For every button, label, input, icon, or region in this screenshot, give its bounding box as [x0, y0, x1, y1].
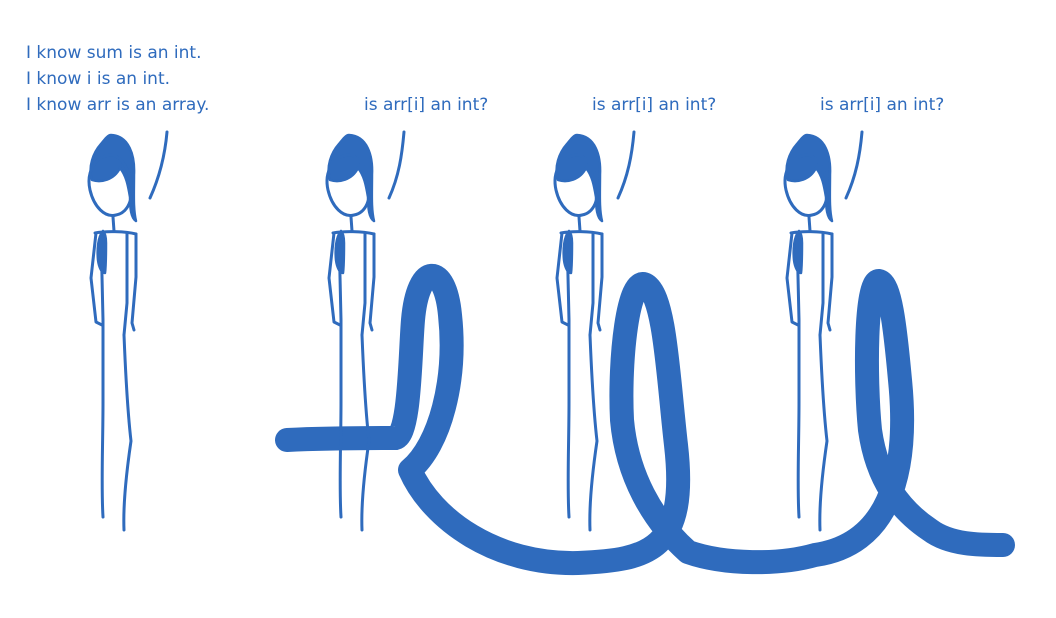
- speech-tail-1: [148, 130, 169, 200]
- caption-group-1: I know sum is an int. I know i is an int…: [26, 43, 209, 115]
- stick-figure-1: [87, 133, 138, 532]
- caption-line: I know i is an int.: [26, 69, 170, 89]
- looping-stroke: [275, 264, 1015, 576]
- stick-figure-3: [553, 133, 604, 532]
- stick-figure-2: [325, 133, 376, 532]
- caption-3: is arr[i] an int?: [592, 95, 716, 115]
- speech-tail-3: [616, 130, 636, 200]
- speech-tail-2: [387, 130, 406, 200]
- caption-4: is arr[i] an int?: [820, 95, 944, 115]
- stick-figure-4: [783, 133, 834, 532]
- caption-2: is arr[i] an int?: [364, 95, 488, 115]
- caption-line: I know arr is an array.: [26, 95, 209, 115]
- comic-panel: I know sum is an int. I know i is an int…: [26, 43, 1015, 576]
- speech-tail-4: [844, 130, 864, 200]
- caption-line: I know sum is an int.: [26, 43, 202, 63]
